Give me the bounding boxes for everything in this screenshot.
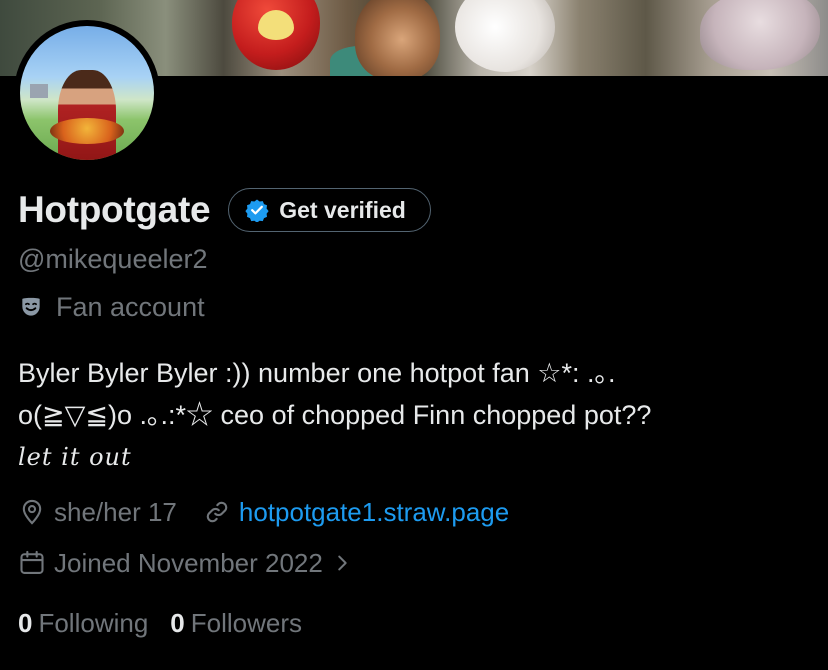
banner-flower-image xyxy=(700,0,820,70)
chevron-right-icon xyxy=(338,555,347,571)
profile-category: Fan account xyxy=(18,289,205,325)
bio-line-1: Byler Byler Byler :)) number one hotpot … xyxy=(18,358,616,388)
avatar-person-shape xyxy=(58,70,116,160)
profile-bio: Byler Byler Byler :)) number one hotpot … xyxy=(18,352,808,478)
get-verified-label: Get verified xyxy=(279,196,406,223)
followers-label: Followers xyxy=(190,607,303,638)
following-label: Following xyxy=(38,607,149,638)
location-text: she/her 17 xyxy=(54,496,177,527)
following-link[interactable]: 0 Following xyxy=(18,608,148,639)
display-name: Hotpotgate xyxy=(18,189,211,230)
followers-link[interactable]: 0 Followers xyxy=(170,608,302,639)
joined-row[interactable]: Joined November 2022 xyxy=(18,544,353,582)
category-label: Fan account xyxy=(56,291,205,322)
location-pin-icon xyxy=(22,499,42,525)
bio-line-3: let it out xyxy=(18,443,132,471)
avatar[interactable] xyxy=(14,20,160,166)
user-handle: @mikequeeler2 xyxy=(18,244,208,274)
follow-stats: 0 Following 0 Followers xyxy=(18,604,302,642)
followers-count: 0 xyxy=(170,607,185,638)
joined-date: Joined November 2022 xyxy=(54,547,323,578)
theater-mask-icon xyxy=(22,297,40,316)
link-icon xyxy=(206,501,228,523)
banner-boy-image xyxy=(355,0,440,76)
banner-rabbit-image xyxy=(455,0,555,72)
avatar-house-shape xyxy=(30,84,48,98)
name-row: Hotpotgate Get verified xyxy=(18,184,431,236)
profile-meta: she/her 17 hotpotgate1.straw.page xyxy=(18,493,509,531)
location-item: she/her 17 xyxy=(18,497,177,528)
avatar-hotpot-shape xyxy=(50,118,124,144)
bio-line-2: o(≧▽≦)o .｡.:*☆ ceo of chopped Finn chopp… xyxy=(18,400,652,430)
avatar-image xyxy=(20,26,154,160)
banner-heart-shape xyxy=(258,10,294,40)
get-verified-button[interactable]: Get verified xyxy=(228,188,431,232)
calendar-icon xyxy=(20,550,44,574)
website-link[interactable]: hotpotgate1.straw.page xyxy=(239,497,509,528)
website-item[interactable]: hotpotgate1.straw.page xyxy=(203,497,509,528)
following-count: 0 xyxy=(18,607,33,638)
verified-badge-icon xyxy=(245,199,269,222)
